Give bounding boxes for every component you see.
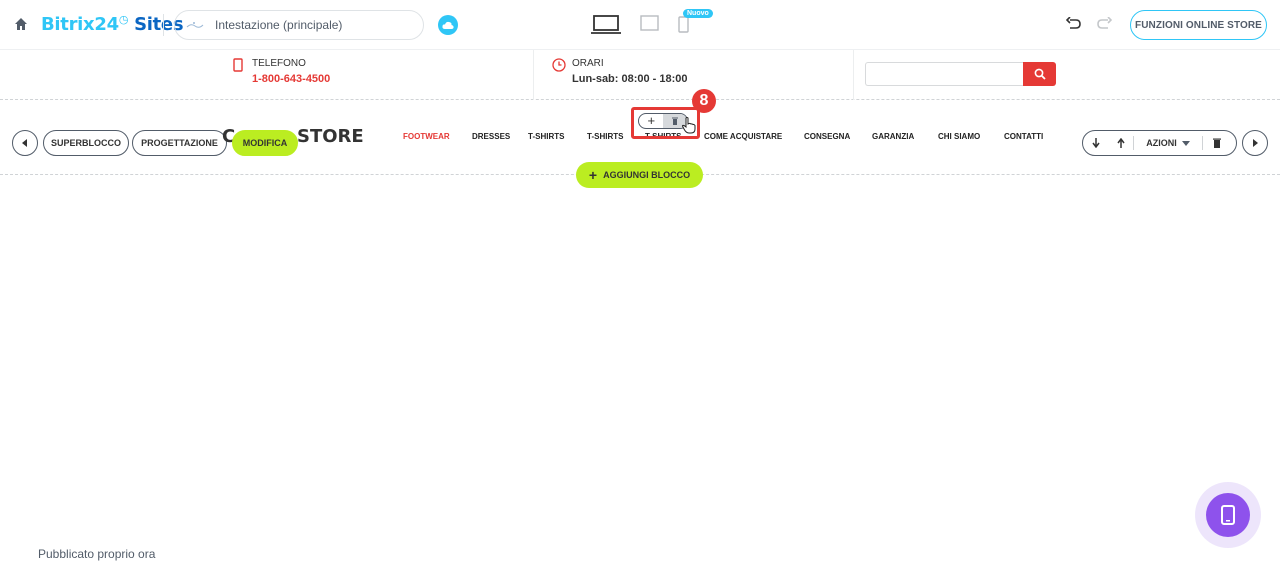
hand-cursor-icon [682, 117, 696, 134]
site-search-button[interactable] [1023, 62, 1056, 86]
mobile-preview-button[interactable] [1195, 482, 1261, 548]
hours-value: Lun-sab: 08:00 - 18:00 [572, 73, 688, 85]
move-down-button[interactable] [1083, 131, 1109, 155]
arrow-up-icon [1117, 138, 1125, 148]
new-badge: Nuovo [683, 9, 713, 18]
triangle-right-icon [1253, 139, 1258, 147]
plus-icon: + [588, 167, 598, 183]
hours-block: ORARI Lun-sab: 08:00 - 18:00 [552, 58, 688, 85]
edit-button[interactable]: MODIFICA [232, 130, 298, 156]
arrow-down-icon [1092, 138, 1100, 148]
clock-icon [552, 58, 566, 72]
menu-item-how-to-buy[interactable]: COME ACQUISTARE [704, 132, 782, 141]
smartphone-icon [1221, 505, 1235, 525]
toolbar-divider [163, 14, 164, 36]
menu-item-footwear[interactable]: FOOTWEAR [403, 132, 450, 141]
menu-item-tshirts[interactable]: T-SHIRTS [587, 132, 623, 141]
menu-item-contacts[interactable]: CONTATTI [1004, 132, 1043, 141]
trash-icon [1213, 138, 1221, 148]
previous-block-button[interactable] [12, 130, 38, 156]
delete-block-button[interactable] [1203, 131, 1231, 155]
logo-clock-icon: ◷ [118, 13, 129, 26]
block-actions-toolbar: AZIONI [1082, 130, 1237, 156]
superblock-button[interactable]: SUPERBLOCCO [43, 130, 129, 156]
menu-item-about-us[interactable]: CHI SIAMO [938, 132, 980, 141]
top-toolbar: Bitrix24◷ Sites Intestazione (principale… [0, 0, 1280, 50]
phone-label: TELEFONO [252, 58, 306, 69]
bitrix-logo: Bitrix24◷ Sites [41, 13, 184, 35]
site-search-input[interactable] [865, 62, 1023, 86]
add-block-label: AGGIUNGI BLOCCO [603, 170, 691, 180]
design-button[interactable]: PROGETTAZIONE [132, 130, 227, 156]
menu-item-dresses[interactable]: DRESSES [472, 132, 510, 141]
cloud-icon [442, 21, 454, 29]
add-block-button[interactable]: + AGGIUNGI BLOCCO [576, 162, 703, 188]
redo-icon[interactable] [1096, 17, 1112, 31]
brand-logo-store: STORE [297, 126, 364, 147]
hours-label: ORARI [572, 58, 604, 69]
triangle-left-icon [22, 139, 27, 147]
desktop-view-icon[interactable] [591, 15, 621, 35]
phone-icon [233, 58, 243, 72]
page-selector-label: Intestazione (principale) [215, 18, 343, 32]
actions-dropdown[interactable]: AZIONI [1134, 131, 1202, 155]
menu-item-tshirts[interactable]: T-SHIRTS [528, 132, 564, 141]
online-store-features-button[interactable]: FUNZIONI ONLINE STORE [1130, 10, 1267, 40]
tablet-view-icon[interactable] [640, 15, 660, 33]
actions-label: AZIONI [1146, 138, 1177, 148]
publish-status: Pubblicato proprio ora [38, 547, 156, 561]
home-icon[interactable] [14, 17, 28, 31]
page-selector[interactable]: Intestazione (principale) [174, 10, 424, 40]
move-up-button[interactable] [1109, 131, 1133, 155]
info-separator [533, 50, 534, 100]
menu-item-delivery[interactable]: CONSEGNA [804, 132, 850, 141]
phone-value[interactable]: 1-800-643-4500 [252, 73, 330, 85]
next-block-button[interactable] [1242, 130, 1268, 156]
mobile-preview-inner [1206, 493, 1250, 537]
menu-item-warranty[interactable]: GARANZIA [872, 132, 914, 141]
search-icon [1034, 68, 1046, 80]
step-number-badge: 8 [692, 89, 716, 113]
phone-block: TELEFONO 1-800-643-4500 [233, 58, 330, 85]
info-separator [853, 50, 854, 100]
chevron-down-icon [1181, 140, 1190, 146]
undo-icon[interactable] [1066, 17, 1082, 31]
page-thumbnail-icon [186, 22, 204, 28]
logo-b24-text: Bitrix24 [41, 14, 119, 35]
publish-cloud-button[interactable] [438, 15, 458, 35]
